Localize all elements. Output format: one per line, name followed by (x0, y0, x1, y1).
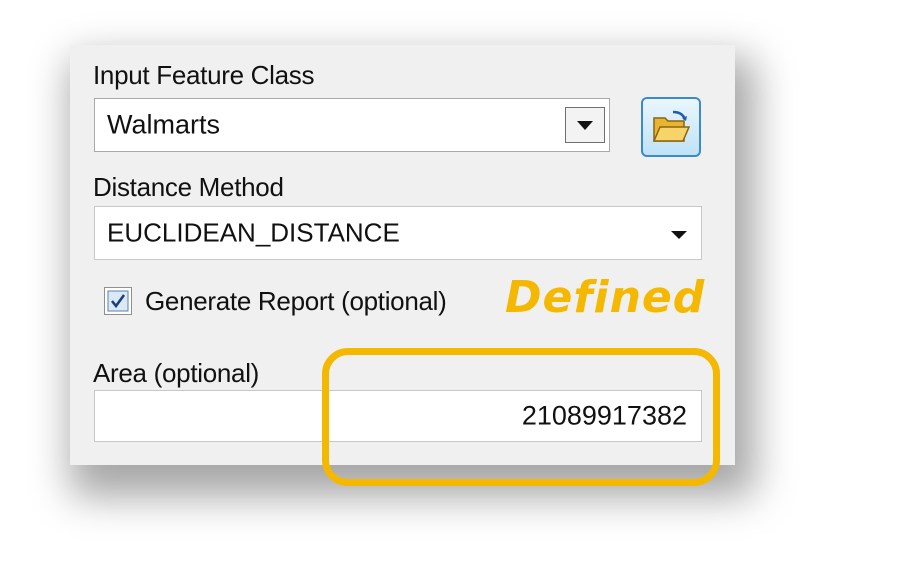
input-feature-class-value: Walmarts (107, 109, 220, 140)
highlight-outline (322, 348, 720, 486)
area-label: Area (optional) (93, 358, 260, 388)
input-feature-class-dropdown-button[interactable] (565, 107, 605, 143)
input-feature-class-label: Input Feature Class (93, 60, 315, 90)
generate-report-label: Generate Report (optional) (145, 286, 447, 316)
distance-method-value: EUCLIDEAN_DISTANCE (107, 217, 400, 248)
generate-report-checkbox[interactable] (104, 287, 132, 315)
distance-method-label: Distance Method (93, 172, 284, 202)
open-folder-icon (652, 110, 691, 142)
checkmark-icon (107, 290, 129, 312)
chevron-down-icon (671, 231, 687, 239)
chevron-down-icon (577, 120, 593, 130)
input-feature-class-combobox[interactable]: Walmarts (94, 98, 610, 152)
defined-annotation: Defined (505, 272, 706, 323)
browse-folder-button[interactable] (641, 97, 701, 157)
distance-method-select[interactable]: EUCLIDEAN_DISTANCE (94, 206, 702, 260)
